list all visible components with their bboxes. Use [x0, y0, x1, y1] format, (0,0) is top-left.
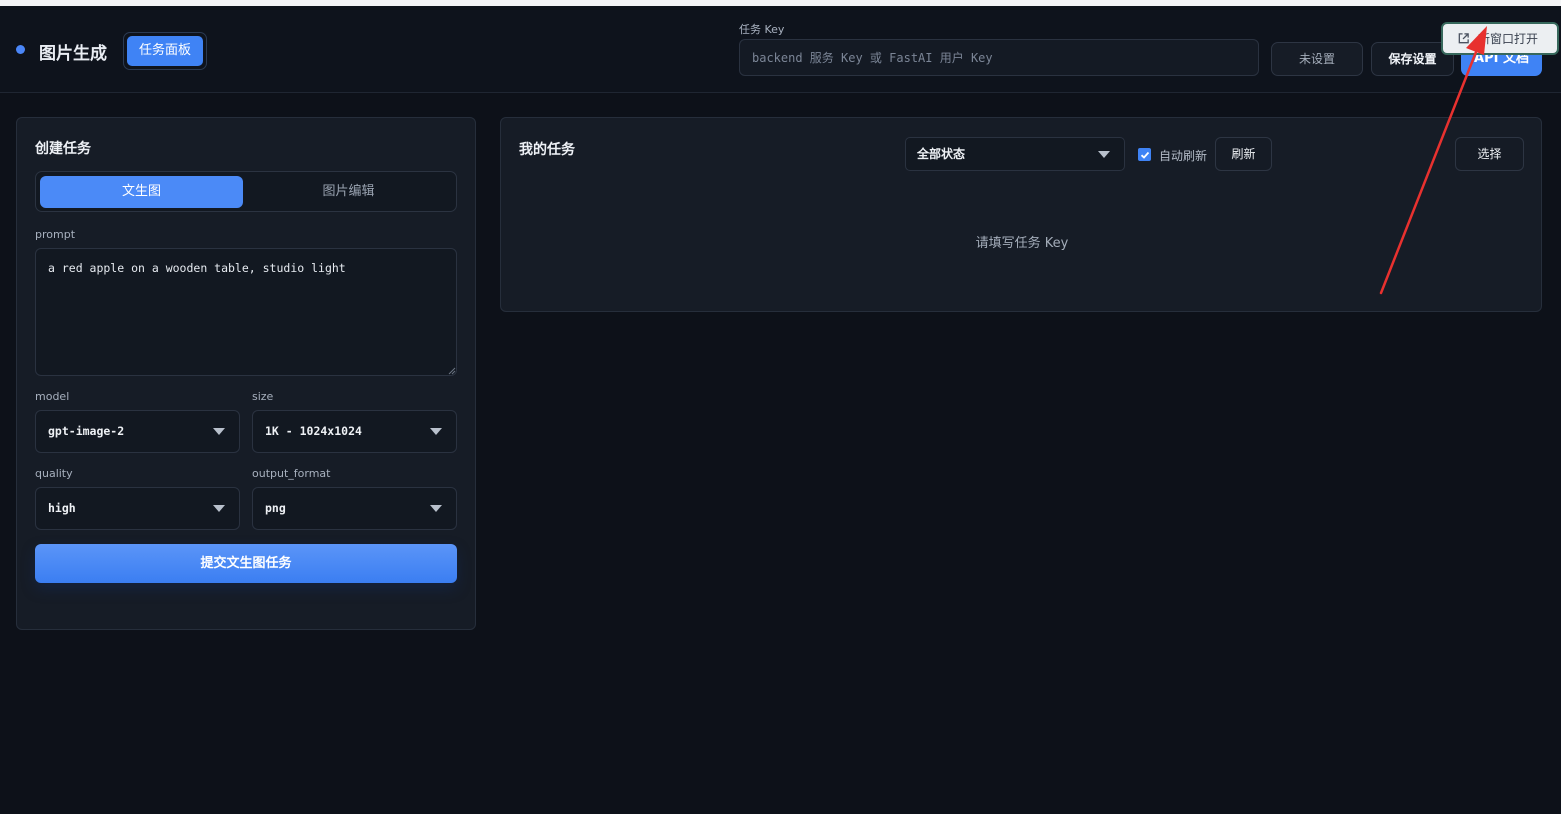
quality-label: quality [35, 467, 73, 480]
task-panel-button-label: 任务面板 [127, 36, 203, 66]
model-select-value: gpt-image-2 [48, 424, 125, 438]
app-header: 图片生成 任务面板 任务 Key 未设置 保存设置 API 文档 新窗口打开 [0, 6, 1561, 93]
output-format-label: output_format [252, 467, 331, 480]
output-format-select-value: png [265, 501, 286, 515]
status-filter-select[interactable]: 全部状态 [905, 137, 1125, 171]
prompt-label: prompt [35, 228, 76, 241]
size-select[interactable]: 1K - 1024x1024 [252, 410, 457, 453]
output-format-select[interactable]: png [252, 487, 457, 530]
select-button[interactable]: 选择 [1455, 137, 1524, 171]
model-select[interactable]: gpt-image-2 [35, 410, 240, 453]
brand-title: 图片生成 [39, 44, 107, 64]
chevron-down-icon [213, 428, 225, 435]
quality-select[interactable]: high [35, 487, 240, 530]
resize-grip-icon[interactable] [448, 367, 456, 375]
chevron-down-icon [430, 428, 442, 435]
empty-state-message: 请填写任务 Key [975, 236, 1069, 251]
open-new-window-label: 新窗口打开 [1478, 32, 1539, 46]
submit-task-button[interactable]: 提交文生图任务 [35, 544, 457, 583]
chevron-down-icon [1098, 151, 1110, 158]
tab-text-to-image[interactable]: 文生图 [40, 176, 243, 208]
size-select-value: 1K - 1024x1024 [265, 424, 362, 438]
chevron-down-icon [213, 505, 225, 512]
status-filter-value: 全部状态 [917, 147, 966, 161]
create-task-card: 创建任务 文生图 图片编辑 prompt a red apple on a wo… [16, 117, 476, 630]
chevron-down-icon [430, 505, 442, 512]
my-tasks-card: 我的任务 全部状态 自动刷新 刷新 选择 请填写任务 Key [500, 117, 1542, 312]
open-new-window-button[interactable]: 新窗口打开 [1441, 22, 1559, 55]
auto-refresh-checkbox[interactable] [1138, 148, 1151, 161]
create-task-title: 创建任务 [35, 141, 91, 157]
external-link-icon [1458, 33, 1469, 44]
task-key-label: 任务 Key [739, 23, 785, 36]
size-label: size [252, 390, 274, 403]
task-panel-button[interactable]: 任务面板 [123, 32, 207, 70]
auto-refresh-label[interactable]: 自动刷新 [1159, 147, 1207, 164]
prompt-input[interactable]: a red apple on a wooden table, studio li… [35, 248, 457, 376]
key-status-button[interactable]: 未设置 [1271, 42, 1363, 76]
checkmark-icon [1140, 151, 1149, 159]
quality-select-value: high [48, 501, 76, 515]
refresh-button[interactable]: 刷新 [1215, 137, 1272, 171]
tab-image-edit[interactable]: 图片编辑 [247, 176, 450, 208]
my-tasks-title: 我的任务 [519, 142, 575, 158]
brand-dot-icon [16, 45, 25, 54]
model-label: model [35, 390, 70, 403]
task-key-input[interactable] [739, 39, 1259, 76]
mode-tabs: 文生图 图片编辑 [35, 171, 457, 212]
